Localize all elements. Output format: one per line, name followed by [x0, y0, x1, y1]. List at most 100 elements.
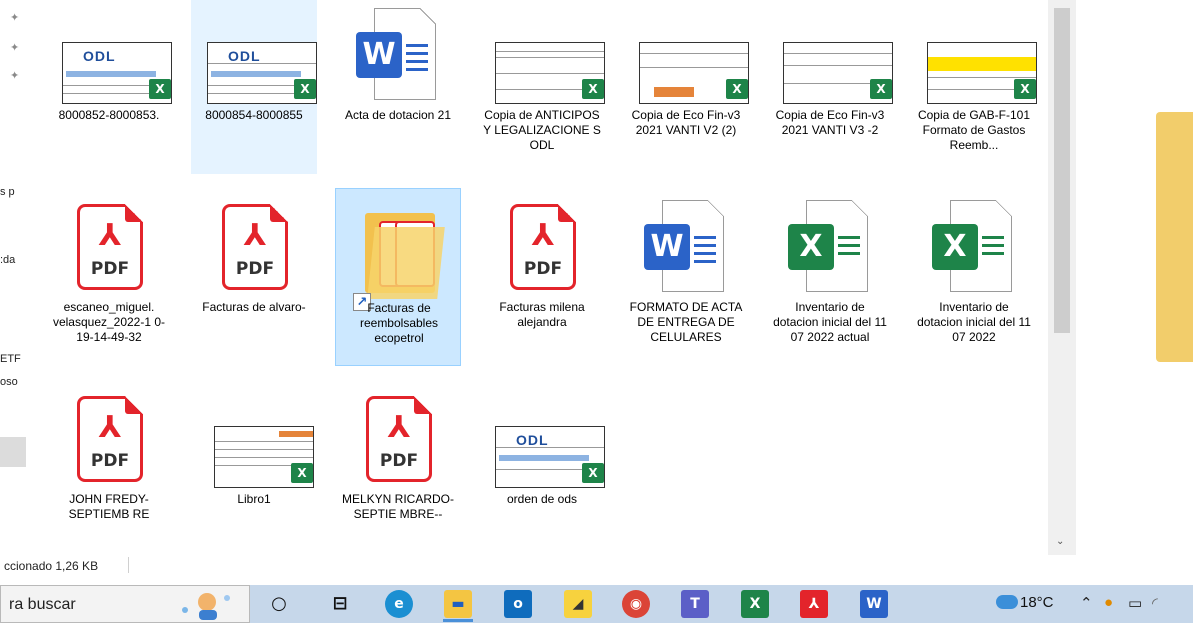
pin-icon[interactable]: ✦ [10, 42, 22, 54]
outlook-icon[interactable]: o [504, 590, 532, 618]
search-placeholder: ra buscar [9, 596, 76, 613]
excel-icon: X [149, 79, 171, 99]
status-selection-info: ccionado 1,26 KB [4, 559, 99, 573]
pdf-thumbnail: ⅄ PDF [59, 198, 159, 298]
task-view-icon[interactable]: ⊟ [326, 590, 354, 618]
file-name: Libro1 [237, 492, 271, 506]
excel-thumbnail: ODL X [59, 6, 172, 106]
acrobat-taskbar-icon[interactable]: ⅄ [800, 590, 828, 618]
pin-icon[interactable]: ✦ [10, 70, 22, 82]
file-item[interactable]: X Libro1 [191, 380, 317, 558]
folder-thumbnail: ↗ [349, 199, 449, 311]
cortana-icon[interactable]: ○ [265, 590, 293, 618]
nav-item-fragment[interactable]: oso [0, 376, 18, 388]
taskbar: ra buscar ○ ⊟ e ▬ o ◢ ◉ T X ⅄ W 18°C ⌃ ●… [0, 585, 1193, 623]
edge-icon[interactable]: e [385, 590, 413, 618]
pdf-thumbnail: ⅄ PDF [204, 198, 304, 298]
file-name: JOHN FREDY-SEPTIEMB RE [68, 492, 150, 521]
excel-thumbnail: X [204, 390, 314, 490]
network-icon[interactable]: ◜ [1152, 594, 1158, 612]
file-item[interactable]: X Inventario de dotacion inicial del 11 … [767, 188, 893, 366]
taskbar-search-box[interactable]: ra buscar [0, 585, 250, 623]
file-name: orden de ods [506, 492, 578, 506]
file-item[interactable]: ODL X 8000852-8000853. [46, 0, 172, 174]
pin-icon[interactable]: ✦ [10, 12, 22, 24]
vertical-scrollbar[interactable]: ⌄ [1048, 0, 1076, 555]
word-taskbar-icon[interactable]: W [860, 590, 888, 618]
excel-thumbnail: ODL X [492, 390, 605, 490]
status-bar: ccionado 1,26 KB [0, 555, 1076, 577]
file-name: Copia de GAB-F-101 Formato de Gastos Ree… [917, 108, 1031, 152]
file-item[interactable]: ⅄ PDF Facturas milena alejandra [479, 188, 605, 366]
weather-cloud-icon[interactable] [996, 595, 1018, 609]
teams-icon[interactable]: T [681, 590, 709, 618]
file-item[interactable]: X Copia de GAB-F-101 Formato de Gastos R… [911, 0, 1037, 174]
file-name: 8000854-8000855 [205, 108, 303, 122]
acrobat-icon: ⅄ [98, 219, 122, 252]
nav-item-fragment[interactable]: s p [0, 186, 15, 198]
weather-temperature[interactable]: 18°C [1020, 594, 1054, 611]
file-item[interactable]: X Inventario de dotacion inicial del 11 … [911, 188, 1037, 366]
file-item[interactable]: W FORMATO DE ACTA DE ENTREGA DE CELULARE… [623, 188, 749, 366]
excel-icon: X [582, 79, 604, 99]
pdf-thumbnail: ⅄ PDF [59, 390, 159, 490]
nav-item-fragment[interactable]: ETF [0, 353, 21, 365]
pdf-thumbnail: ⅄ PDF [492, 198, 592, 298]
word-icon: W [356, 32, 402, 78]
nav-item-fragment[interactable]: :da [0, 254, 15, 266]
folder-icon [1156, 112, 1193, 362]
file-item[interactable]: ⅄ PDF JOHN FREDY-SEPTIEMB RE [46, 380, 172, 558]
excel-icon: X [726, 79, 748, 99]
file-item[interactable]: ⅄ PDF Facturas de alvaro- [191, 188, 317, 366]
file-grid: ODL X 8000852-8000853. ODL X 8000854-80008… [36, 0, 1046, 577]
excel-file-thumbnail: X [780, 198, 880, 298]
file-item[interactable]: ODL X orden de ods [479, 380, 605, 558]
notification-badge-icon[interactable]: ● [1104, 594, 1113, 611]
file-item-selected[interactable]: ↗ Facturas de reembolsables ecopetrol [335, 188, 461, 366]
file-item[interactable]: X Copia de ANTICIPOS Y LEGALIZACIONE S O… [479, 0, 605, 174]
file-name: Facturas de reembolsables ecopetrol [359, 301, 439, 345]
active-app-indicator [443, 619, 473, 622]
acrobat-icon: ⅄ [98, 411, 122, 444]
excel-thumbnail: X [780, 6, 893, 106]
pdf-thumbnail: ⅄ PDF [348, 390, 448, 490]
file-name: Inventario de dotacion inicial del 11 07… [917, 300, 1031, 344]
excel-icon: X [870, 79, 892, 99]
scroll-down-icon[interactable]: ⌄ [1056, 536, 1064, 547]
battery-icon[interactable]: ▭ [1128, 594, 1142, 612]
word-thumbnail: W [348, 6, 448, 106]
file-name: Copia de Eco Fin-v3 2021 VANTI V2 (2) [631, 108, 741, 137]
file-name: Inventario de dotacion inicial del 11 07… [773, 300, 887, 344]
acrobat-icon: ⅄ [243, 219, 267, 252]
chrome-icon[interactable]: ◉ [622, 590, 650, 618]
file-name: FORMATO DE ACTA DE ENTREGA DE CELULARES [629, 300, 743, 344]
navigation-pane: ✦ ✦ ✦ s p :da ETF oso [0, 0, 36, 577]
excel-file-thumbnail: X [924, 198, 1024, 298]
excel-icon: X [932, 224, 978, 270]
sticky-notes-icon[interactable]: ◢ [564, 590, 592, 618]
file-name: MELKYN RICARDO-SEPTIE MBRE-- [341, 492, 454, 521]
file-item[interactable]: W Acta de dotacion 21 [335, 0, 461, 174]
file-item[interactable]: ⅄ PDF escaneo_miguel. velasquez_2022-1 0-… [46, 188, 172, 366]
search-highlight-icon [182, 593, 230, 620]
scrollbar-thumb[interactable] [1054, 8, 1070, 333]
file-item[interactable]: X Copia de Eco Fin-v3 2021 VANTI V3 -2 [767, 0, 893, 174]
file-item[interactable]: ⅄ PDF MELKYN RICARDO-SEPTIE MBRE-- [335, 380, 461, 558]
excel-icon: X [582, 463, 604, 483]
file-name: Copia de Eco Fin-v3 2021 VANTI V3 -2 [775, 108, 885, 137]
file-item[interactable]: X Copia de Eco Fin-v3 2021 VANTI V2 (2) [623, 0, 749, 174]
excel-thumbnail: X [924, 6, 1037, 106]
excel-taskbar-icon[interactable]: X [741, 590, 769, 618]
excel-icon: X [294, 79, 316, 99]
excel-thumbnail: ODL X [204, 6, 317, 106]
nav-scrollbar-thumb[interactable] [0, 437, 26, 467]
file-name: escaneo_miguel. velasquez_2022-1 0-19-14… [52, 300, 166, 344]
file-explorer-icon[interactable]: ▬ [444, 590, 472, 618]
excel-icon: X [1014, 79, 1036, 99]
file-item[interactable]: ODL X 8000854-8000855 [191, 0, 317, 174]
file-name: Acta de dotacion 21 [344, 108, 452, 122]
word-icon: W [644, 224, 690, 270]
file-name: 8000852-8000853. [58, 108, 160, 122]
excel-icon: X [788, 224, 834, 270]
chevron-up-icon[interactable]: ⌃ [1080, 594, 1093, 612]
